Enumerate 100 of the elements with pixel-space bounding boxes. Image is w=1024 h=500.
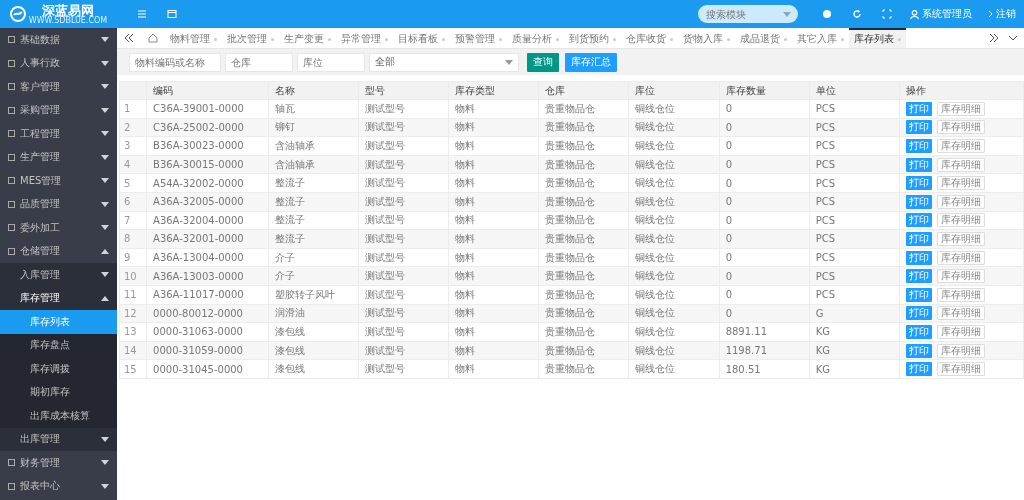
sidebar-item[interactable]: 客户管理 [0, 75, 117, 99]
print-button[interactable]: 打印 [906, 157, 932, 172]
caret-icon [101, 131, 109, 137]
table-cell: 测试型号 [358, 359, 449, 379]
table-cell: 0 [719, 136, 810, 156]
print-button[interactable]: 打印 [906, 343, 932, 358]
tab[interactable]: 生产变更 [279, 28, 336, 48]
tab[interactable]: 物料管理 [165, 28, 222, 48]
location-field[interactable]: 库位 [297, 52, 365, 72]
sidebar-item[interactable]: 库存管理 [0, 286, 117, 310]
stock-detail-button[interactable]: 库存明细 [937, 269, 985, 284]
sidebar-item[interactable]: 仓储管理 [0, 239, 117, 263]
table-cell: 贵重物品仓 [538, 248, 629, 267]
print-button[interactable]: 打印 [906, 250, 932, 265]
table-cell: 物料 [448, 211, 539, 230]
tab[interactable]: 到货预约 [564, 28, 621, 48]
table-cell: 介子 [268, 248, 359, 267]
scroll-right-icon[interactable] [988, 33, 1000, 43]
sidebar-item[interactable]: 报表中心 [0, 474, 117, 498]
table-cell: 物料 [448, 359, 539, 379]
print-button[interactable]: 打印 [906, 306, 932, 321]
print-button[interactable]: 打印 [906, 139, 932, 153]
stock-detail-button[interactable]: 库存明细 [937, 213, 985, 228]
table-cell: 物料 [448, 173, 539, 193]
table-cell: 贵重物品仓 [538, 136, 629, 156]
stock-detail-button[interactable]: 库存明细 [937, 176, 985, 191]
home-icon[interactable] [146, 33, 160, 43]
type-select[interactable]: 全部 [369, 52, 519, 72]
print-button[interactable]: 打印 [906, 120, 932, 135]
column-header: 型号 [358, 81, 449, 100]
warehouse-field[interactable]: 仓库 [225, 52, 293, 72]
user-menu[interactable]: 系统管理员 [910, 7, 972, 21]
sidebar-item[interactable]: 库存列表 [0, 310, 117, 334]
row-number: 7 [119, 211, 147, 230]
tab[interactable]: 仓库收货 [621, 28, 678, 48]
tab[interactable]: 成品退货 [735, 28, 792, 48]
tab[interactable]: 库存列表 [849, 28, 906, 48]
sidebar-item[interactable]: 人事行政 [0, 51, 117, 75]
sidebar-item[interactable]: 期初库存 [0, 380, 117, 404]
logout-link[interactable]: 注销 [988, 7, 1016, 21]
print-button[interactable]: 打印 [906, 324, 932, 339]
stock-detail-button[interactable]: 库存明细 [937, 250, 985, 265]
table-cell: 0000-31063-0000 [146, 322, 269, 342]
tab[interactable]: 目标看板 [393, 28, 450, 48]
stock-detail-button[interactable]: 库存明细 [937, 306, 985, 321]
table-cell: 铜线仓位 [628, 99, 720, 119]
tab[interactable]: 异常管理 [336, 28, 393, 48]
table-cell: 漆包线 [268, 359, 359, 379]
print-button[interactable]: 打印 [906, 213, 932, 228]
stock-detail-button[interactable]: 库存明细 [937, 120, 985, 135]
sidebar-item[interactable]: 基础数据 [0, 28, 117, 52]
stock-detail-button[interactable]: 库存明细 [937, 194, 985, 209]
sidebar-item[interactable]: 出库管理 [0, 427, 117, 451]
tab[interactable]: 批次管理 [222, 28, 279, 48]
sidebar-item[interactable]: 委外加工 [0, 216, 117, 240]
stock-detail-button[interactable]: 库存明细 [937, 343, 985, 358]
table-cell: 物料 [448, 322, 539, 342]
print-button[interactable]: 打印 [906, 194, 932, 209]
sidebar-item[interactable]: 财务管理 [0, 451, 117, 475]
print-button[interactable]: 打印 [906, 231, 932, 246]
table-cell: 0 [719, 99, 810, 119]
table-cell: C36A-39001-0000 [146, 99, 269, 119]
query-button[interactable]: 查询 [527, 52, 559, 72]
summary-button[interactable]: 库存汇总 [565, 52, 617, 72]
sidebar-item[interactable]: 库存盘点 [0, 333, 117, 357]
tab[interactable]: 货物入库 [678, 28, 735, 48]
print-button[interactable]: 打印 [906, 269, 932, 284]
print-button[interactable]: 打印 [906, 287, 932, 302]
tab[interactable]: 其它入库 [792, 28, 849, 48]
print-button[interactable]: 打印 [906, 362, 932, 377]
table-cell: PCS [809, 211, 900, 230]
sidebar-item[interactable]: 采购管理 [0, 98, 117, 122]
fullscreen-icon[interactable] [882, 9, 892, 19]
module-search-field[interactable]: 搜索模块 [698, 5, 798, 23]
chevron-down-icon[interactable] [1008, 33, 1018, 43]
print-button[interactable]: 打印 [906, 176, 932, 191]
table-cell: A36A-13004-0000 [146, 248, 269, 267]
sidebar-item[interactable]: 工程管理 [0, 122, 117, 146]
stock-detail-button[interactable]: 库存明细 [937, 101, 985, 116]
sidebar-item[interactable]: 库存调拨 [0, 357, 117, 381]
stock-detail-button[interactable]: 库存明细 [937, 139, 985, 153]
tab[interactable]: 质量分析 [507, 28, 564, 48]
sidebar-item[interactable]: 入库管理 [0, 263, 117, 287]
sidebar-item[interactable]: MES管理 [0, 169, 117, 193]
tab[interactable]: 预警管理 [450, 28, 507, 48]
code-search-field[interactable]: 物料编码或名称 [129, 52, 221, 72]
sidebar-item[interactable]: 出库成本核算 [0, 404, 117, 428]
stock-detail-button[interactable]: 库存明细 [937, 362, 985, 377]
sidebar-item[interactable]: 品质管理 [0, 192, 117, 216]
table-cell: 漆包线 [268, 322, 359, 342]
refresh-icon[interactable] [852, 9, 862, 19]
print-button[interactable]: 打印 [906, 101, 932, 116]
window-icon[interactable] [167, 9, 177, 19]
caret-icon [101, 248, 109, 254]
stock-detail-button[interactable]: 库存明细 [937, 287, 985, 302]
sidebar-item[interactable]: 生产管理 [0, 145, 117, 169]
stock-detail-button[interactable]: 库存明细 [937, 324, 985, 339]
scroll-left-icon[interactable] [122, 33, 136, 43]
stock-detail-button[interactable]: 库存明细 [937, 231, 985, 246]
stock-detail-button[interactable]: 库存明细 [937, 157, 985, 172]
